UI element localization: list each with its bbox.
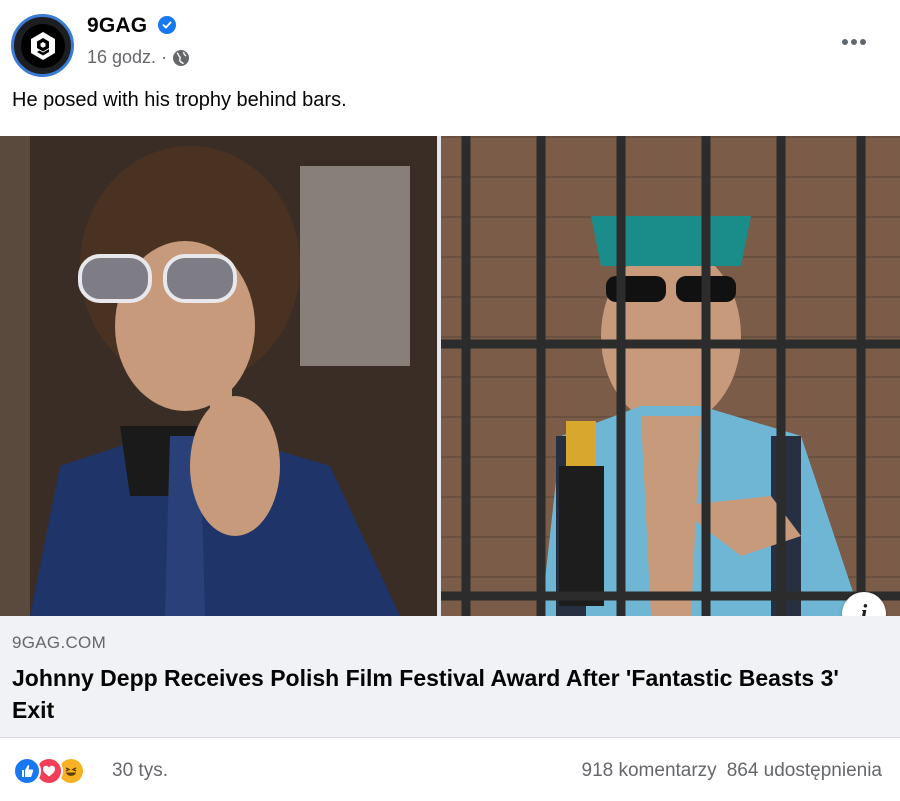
shares-count[interactable]: 864 udostępnienia (727, 760, 882, 782)
post-footer: 30 tys. 918 komentarzy 864 udostępnienia (0, 740, 900, 801)
9gag-logo-icon (20, 23, 65, 68)
reaction-count[interactable]: 30 tys. (112, 760, 168, 782)
reaction-icons[interactable] (13, 757, 85, 785)
meta-separator: · (161, 47, 168, 67)
like-reaction-icon (13, 757, 41, 785)
post-time[interactable]: 16 godz. (87, 47, 156, 68)
post-images[interactable] (0, 136, 900, 616)
verified-badge-icon (158, 16, 176, 34)
photo-man-behind-bars[interactable] (441, 136, 900, 616)
photo-man-pointing[interactable] (0, 136, 437, 616)
more-options-icon[interactable] (836, 27, 872, 57)
post-stats: 918 komentarzy 864 udostępnienia (582, 760, 883, 782)
comments-count[interactable]: 918 komentarzy (582, 760, 717, 782)
post-caption: He posed with his trophy behind bars. (12, 89, 347, 111)
post-header: 9GAG 16 godz. · (0, 0, 900, 80)
link-title[interactable]: Johnny Depp Receives Polish Film Festiva… (12, 662, 872, 726)
link-preview[interactable]: 9GAG.COM Johnny Depp Receives Polish Fil… (0, 616, 900, 738)
globe-icon (173, 49, 190, 66)
post-meta: 16 godz. · (87, 47, 190, 68)
page-avatar[interactable] (11, 14, 74, 77)
page-name[interactable]: 9GAG (87, 14, 147, 38)
link-domain: 9GAG.COM (12, 633, 107, 652)
